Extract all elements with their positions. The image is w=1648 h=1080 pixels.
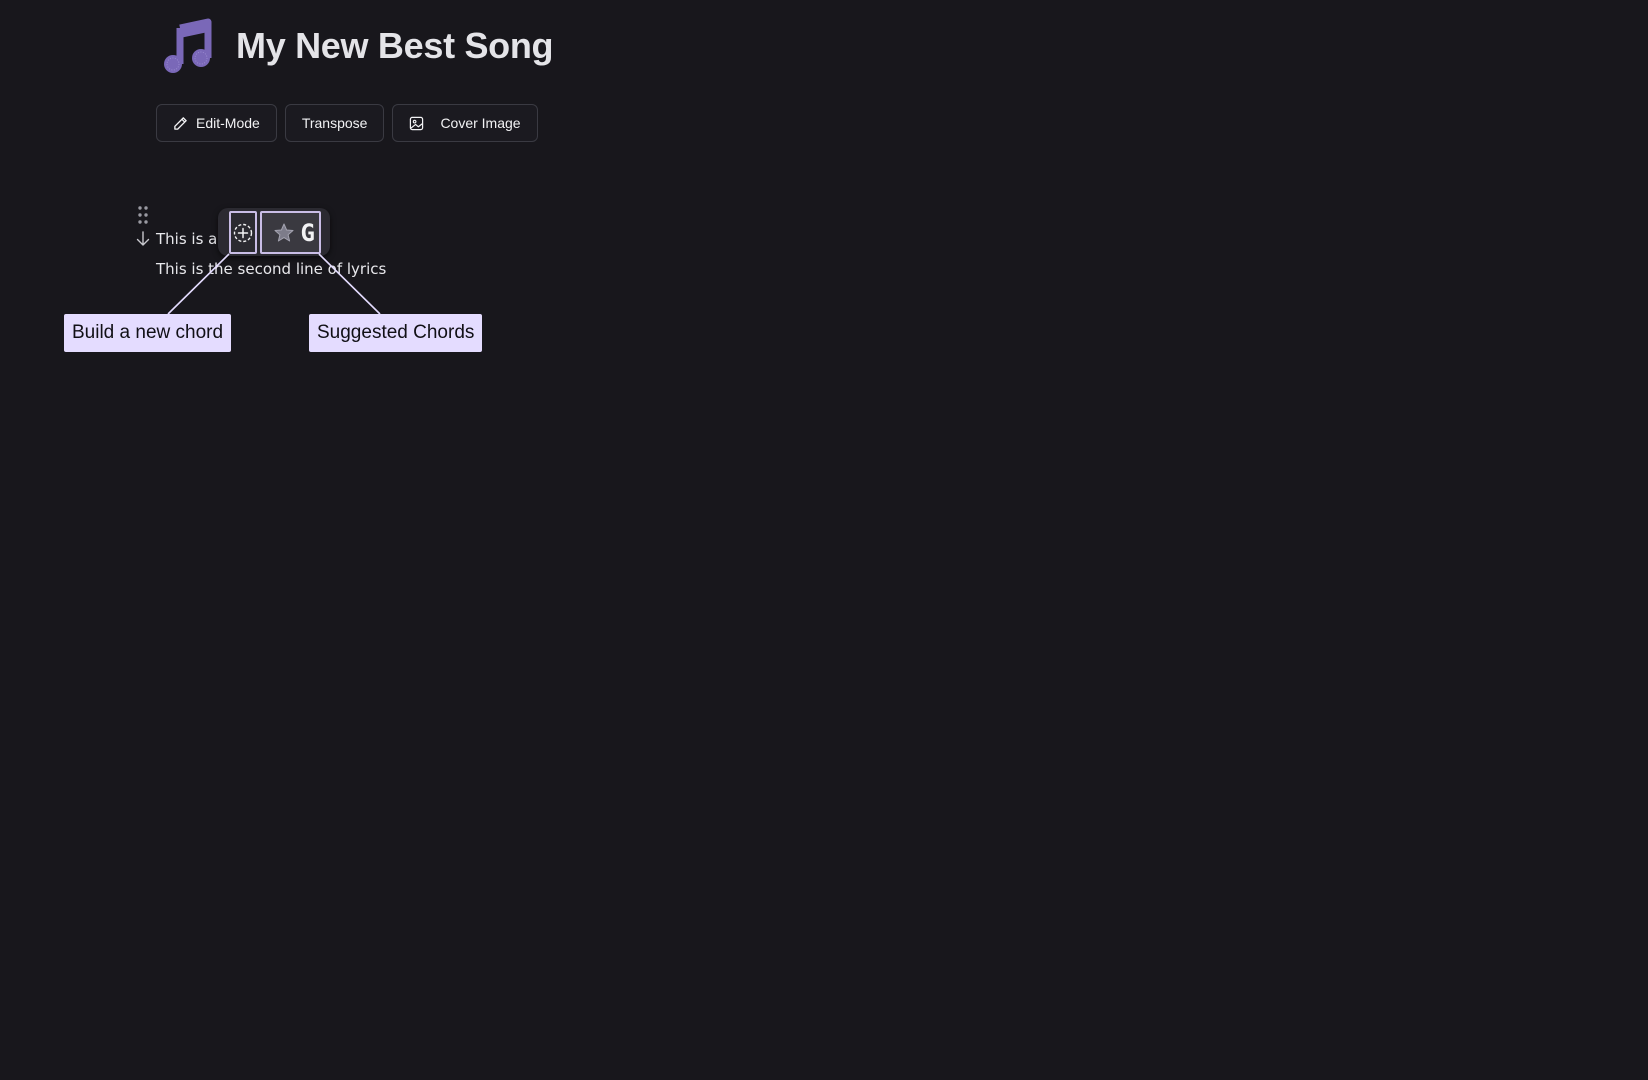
image-icon xyxy=(410,116,424,130)
transpose-button[interactable]: Transpose xyxy=(284,104,385,142)
add-chord-icon xyxy=(233,223,253,242)
build-chord-callout: Build a new chord xyxy=(64,314,232,352)
song-toolbar: Edit-Mode Transpose Cover Image xyxy=(156,104,538,142)
callout-connectors xyxy=(167,253,381,315)
song-header: My New Best Song xyxy=(160,18,554,74)
lyric-line-1[interactable]: This is a l xyxy=(156,230,226,248)
music-note-icon xyxy=(164,18,212,73)
transpose-label: Transpose xyxy=(301,115,368,131)
song-editor-page: My New Best Song Edit-Mode Transpose Cov… xyxy=(0,0,1648,1080)
build-chord-button[interactable] xyxy=(229,211,257,254)
edit-mode-button[interactable]: Edit-Mode xyxy=(156,104,277,142)
suggested-chord-name: G xyxy=(300,218,315,247)
cover-image-label: Cover Image xyxy=(440,115,521,131)
edit-mode-label: Edit-Mode xyxy=(196,115,260,131)
arrow-down-icon[interactable] xyxy=(136,231,150,247)
cover-image-button[interactable]: Cover Image xyxy=(392,104,538,142)
page-title: My New Best Song xyxy=(236,25,554,66)
star-icon xyxy=(274,223,294,241)
pencil-icon xyxy=(174,116,187,130)
drag-handle-icon[interactable] xyxy=(137,205,149,225)
suggested-chord-button[interactable]: G xyxy=(260,211,321,254)
suggested-chords-callout: Suggested Chords xyxy=(309,314,483,352)
lyric-line-2[interactable]: This is the second line of lyrics xyxy=(156,260,386,278)
